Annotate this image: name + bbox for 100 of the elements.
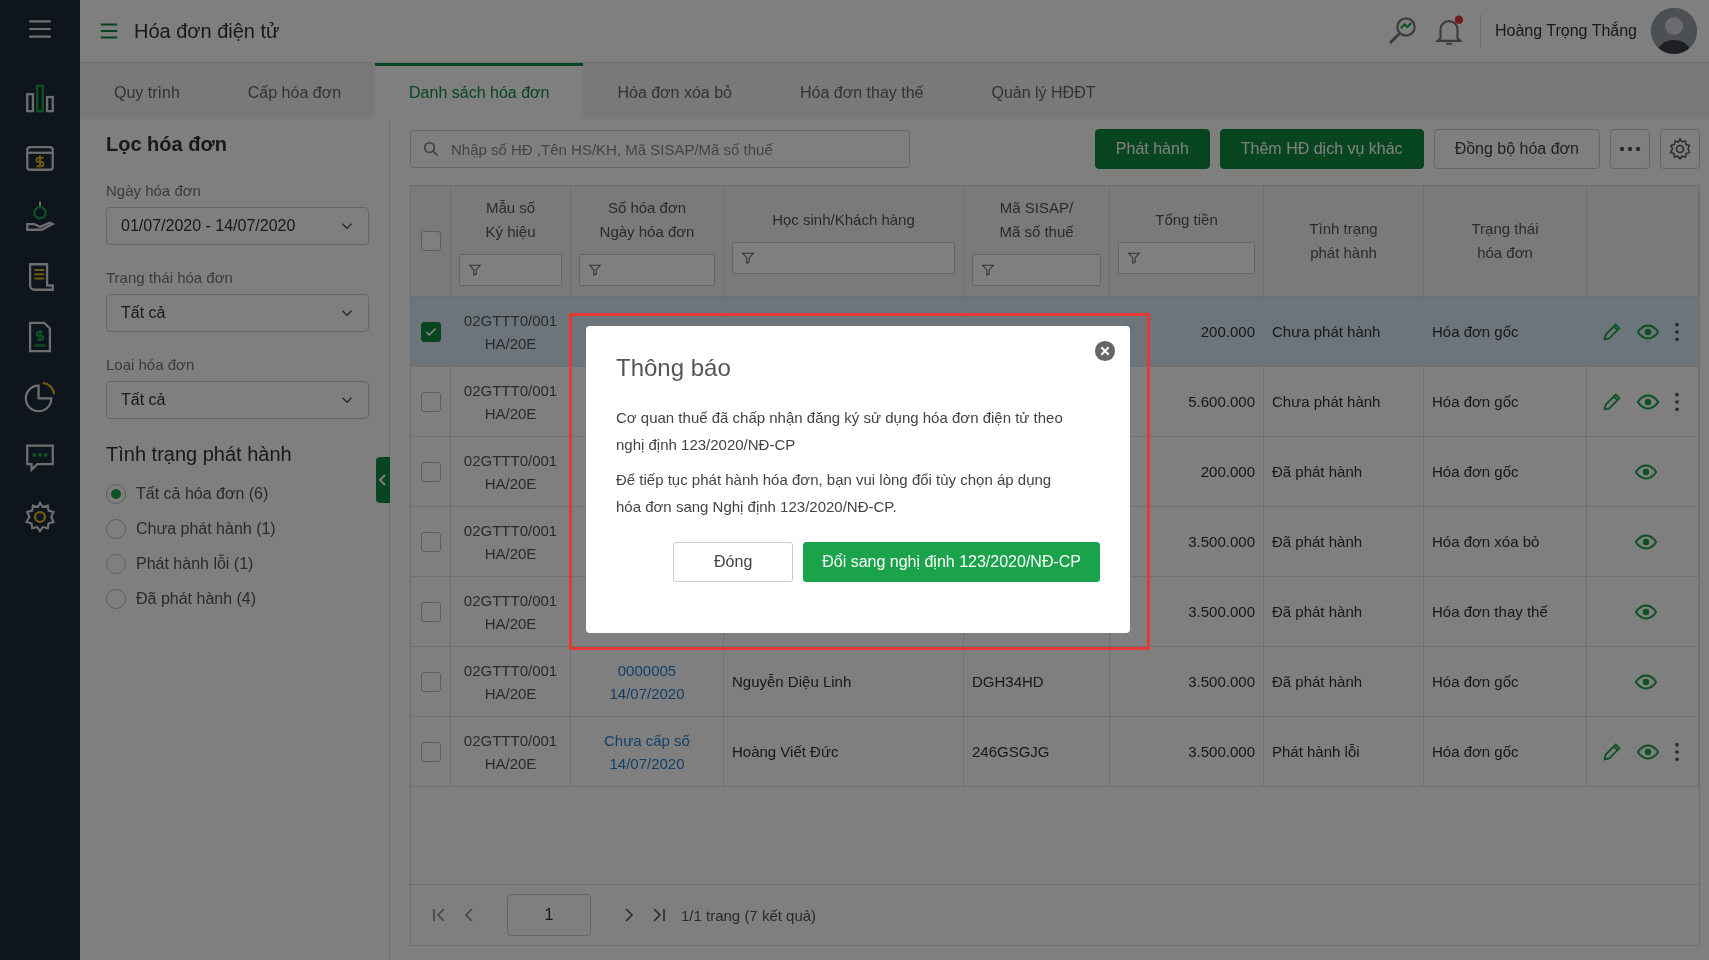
dialog-message: Cơ quan thuế đã chấp nhận đăng ký sử dụng hóa đơn điện tử theo nghị định 123/2020/NĐ-CP xyxy=(616,408,1064,455)
primary-button[interactable]: Đổi sang nghị định 123/2020/NĐ-CP xyxy=(803,542,1100,582)
filter-field[interactable] xyxy=(732,242,955,274)
search-field[interactable]: Nhập số HĐ ,Tên HS/KH, Mã SISAP/Mã số thuế xyxy=(410,130,910,168)
table-cell: Hóa đơn gốc xyxy=(1432,743,1519,760)
first-page-button[interactable] xyxy=(431,907,447,923)
column-header: Học sinh/Khách hàng xyxy=(772,210,915,230)
column-header: Tình trạng phát hành xyxy=(1309,219,1378,263)
table-cell: 246GSGJG xyxy=(972,743,1050,760)
avatar[interactable] xyxy=(1651,8,1697,54)
pie-chart-icon[interactable] xyxy=(23,380,57,414)
table-cell: 5.600.000 xyxy=(1188,393,1255,410)
more-icon[interactable] xyxy=(1673,740,1681,763)
coin-hand-icon[interactable] xyxy=(23,200,57,234)
dropdown[interactable]: Tất cả xyxy=(106,294,369,332)
close-icon[interactable] xyxy=(1094,340,1116,362)
filter-field[interactable] xyxy=(579,254,715,286)
table-cell: Nguyễn Diệu Linh xyxy=(732,673,852,690)
table-cell: Đã phát hành xyxy=(1272,463,1363,480)
table-cell: DGH34HD xyxy=(972,673,1044,690)
radio-option[interactable]: Tất cả hóa đơn (6) xyxy=(106,484,269,504)
collapse-handle[interactable] xyxy=(376,457,390,503)
invoice-link[interactable]: 0000005 14/07/2020 xyxy=(609,658,685,705)
tab[interactable]: Hóa đơn thay thế xyxy=(766,63,958,119)
column-header: Tổng tiền xyxy=(1155,210,1218,230)
table-cell-text: 02GTTT0/001 HA/20E xyxy=(463,660,558,704)
primary-button[interactable]: Thêm HĐ dịch vụ khác xyxy=(1219,129,1424,169)
settings-icon[interactable] xyxy=(23,500,57,534)
table-cell: Đã phát hành xyxy=(1272,533,1363,550)
table-cell: 3.500.000 xyxy=(1188,603,1255,620)
filter-icon xyxy=(981,263,995,277)
field-label: Loại hóa đơn xyxy=(106,356,196,373)
tab[interactable]: Cấp hóa đơn xyxy=(213,63,376,119)
filter-icon xyxy=(1127,251,1141,265)
more-icon xyxy=(1619,146,1641,152)
tab[interactable]: Hóa đơn xóa bỏ xyxy=(583,63,766,119)
column-header: Trạng thái hóa đơn xyxy=(1471,219,1539,263)
page-title: Hóa đơn điện tử xyxy=(134,19,281,43)
table-cell-text: 02GTTT0/001 HA/20E xyxy=(463,310,558,354)
table-cell: 200.000 xyxy=(1200,463,1255,480)
invoice-link[interactable]: Chưa cấp số 14/07/2020 xyxy=(604,728,690,775)
secondary-button[interactable]: Đồng bộ hóa đơn xyxy=(1433,129,1600,169)
table-cell: Hóa đơn xóa bỏ xyxy=(1432,533,1540,550)
table-cell: Hóa đơn gốc xyxy=(1432,463,1519,480)
more-button[interactable] xyxy=(1610,129,1650,169)
table-cell-text: 02GTTT0/001 HA/20E xyxy=(463,730,558,774)
filter-field[interactable] xyxy=(972,254,1101,286)
field-label: Trạng thái hóa đơn xyxy=(106,269,234,286)
table-cell-text: 02GTTT0/001 HA/20E xyxy=(463,380,558,424)
filter-icon xyxy=(468,263,482,277)
field-label: Ngày hóa đơn xyxy=(106,182,202,199)
last-page-button[interactable] xyxy=(651,907,667,923)
tab[interactable]: Quy trình xyxy=(80,63,214,119)
radio-option[interactable]: Phát hành lỗi (1) xyxy=(106,554,254,574)
checkbox[interactable] xyxy=(420,531,441,552)
more-icon[interactable] xyxy=(1673,390,1681,413)
column-header: Mẫu số Ký hiệu xyxy=(485,198,536,242)
table-cell: 3.500.000 xyxy=(1188,743,1255,760)
column-header: Mã SISAP/ Mã số thuế xyxy=(999,198,1074,242)
dialog-message: Để tiếp tục phát hành hóa đơn, bạn vui lòng đổi tùy chọn áp dụng hóa đơn sang Nghị định 123/2020/NĐ-CP. xyxy=(616,470,1053,517)
filter-icon xyxy=(588,263,602,277)
settings-button[interactable] xyxy=(1660,129,1700,169)
table-cell: 3.500.000 xyxy=(1188,533,1255,550)
checkbox[interactable] xyxy=(420,391,441,412)
table-cell: 3.500.000 xyxy=(1188,673,1255,690)
checkbox[interactable] xyxy=(420,231,441,251)
table-cell: Hóa đơn thay thế xyxy=(1432,603,1548,620)
table-cell: Chưa phát hành xyxy=(1272,393,1381,410)
table-cell: Đã phát hành xyxy=(1272,673,1363,690)
column-header: Số hóa đơn Ngày hóa đơn xyxy=(599,198,695,242)
dropdown[interactable]: 01/07/2020 - 14/07/2020 xyxy=(106,207,369,245)
page-summary: 1/1 trang (7 kết quả) xyxy=(681,906,817,924)
search-icon xyxy=(422,140,440,158)
filter-field[interactable] xyxy=(459,254,562,286)
user-name[interactable]: Hoàng Trọng Thắng xyxy=(1494,22,1637,40)
table-cell-text: 02GTTT0/001 HA/20E xyxy=(463,520,558,564)
table-cell: Chưa phát hành xyxy=(1272,323,1381,340)
radio-option[interactable]: Đã phát hành (4) xyxy=(106,589,257,609)
table-cell: 200.000 xyxy=(1200,323,1255,340)
table-cell-text: 02GTTT0/001 HA/20E xyxy=(463,590,558,634)
table-cell: Hóa đơn gốc xyxy=(1432,673,1519,690)
filter-field[interactable] xyxy=(1118,242,1255,274)
dropdown[interactable]: Tất cả xyxy=(106,381,369,419)
table-cell: Đã phát hành xyxy=(1272,603,1363,620)
checkbox[interactable] xyxy=(420,321,441,342)
tab[interactable]: Quản lý HĐĐT xyxy=(957,63,1130,119)
secondary-button[interactable]: Đóng xyxy=(673,542,794,582)
page-field[interactable]: 1 xyxy=(507,894,591,936)
tab[interactable]: Danh sách hóa đơn xyxy=(375,63,584,119)
primary-button[interactable]: Phát hành xyxy=(1094,129,1210,169)
checkbox[interactable] xyxy=(420,741,441,762)
checkbox[interactable] xyxy=(420,461,441,482)
filter-icon xyxy=(741,251,755,265)
checkbox[interactable] xyxy=(420,671,441,692)
more-icon[interactable] xyxy=(1673,320,1681,343)
table-cell: Hoàng Viết Đức xyxy=(732,743,839,760)
radio-option[interactable]: Chưa phát hành (1) xyxy=(106,519,276,539)
panel-title: Lọc hóa đơn xyxy=(106,133,228,156)
table-cell: Hóa đơn gốc xyxy=(1432,323,1519,340)
checkbox[interactable] xyxy=(420,601,441,622)
